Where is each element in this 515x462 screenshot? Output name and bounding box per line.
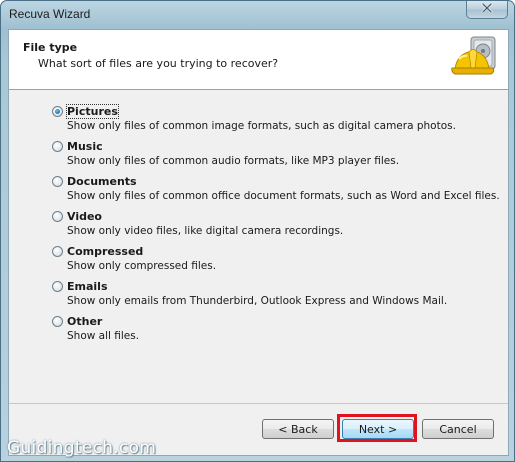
video-radio[interactable] — [52, 211, 63, 222]
emails-label[interactable]: Emails — [67, 280, 108, 293]
music-description: Show only files of common audio formats,… — [67, 155, 400, 167]
music-radio[interactable] — [52, 141, 63, 152]
documents-description: Show only files of common office documen… — [67, 190, 500, 202]
other-radio[interactable] — [52, 316, 63, 327]
emails-description: Show only emails from Thunderbird, Outlo… — [67, 295, 448, 307]
other-description: Show all files. — [67, 330, 140, 342]
footer-divider — [9, 403, 508, 404]
page-subtitle: What sort of files are you trying to rec… — [38, 57, 279, 70]
emails-radio[interactable] — [52, 281, 63, 292]
wizard-header: File type What sort of files are you try… — [9, 30, 508, 90]
other-label[interactable]: Other — [67, 315, 102, 328]
documents-label[interactable]: Documents — [67, 175, 137, 188]
pictures-label[interactable]: Pictures — [66, 104, 119, 119]
close-button[interactable] — [466, 1, 508, 19]
hard-hat-drive-icon — [451, 35, 499, 83]
next-button-highlight — [337, 414, 417, 442]
pictures-radio[interactable] — [52, 106, 63, 117]
page-title: File type — [23, 41, 78, 54]
wizard-body: File type What sort of files are you try… — [8, 29, 509, 456]
back-button[interactable]: < Back — [262, 419, 334, 439]
window-title: Recuva Wizard — [9, 7, 91, 21]
recuva-wizard-window: Recuva Wizard File type What sort of fil… — [0, 0, 515, 462]
compressed-label[interactable]: Compressed — [67, 245, 143, 258]
watermark: Guidingtech.com — [7, 438, 157, 458]
documents-radio[interactable] — [52, 176, 63, 187]
title-bar[interactable]: Recuva Wizard — [1, 1, 514, 29]
compressed-description: Show only compressed files. — [67, 260, 217, 272]
video-label[interactable]: Video — [67, 210, 102, 223]
pictures-description: Show only files of common image formats,… — [67, 120, 456, 132]
close-icon — [481, 2, 493, 16]
compressed-radio[interactable] — [52, 246, 63, 257]
cancel-button[interactable]: Cancel — [422, 419, 494, 439]
music-label[interactable]: Music — [67, 140, 103, 153]
video-description: Show only video files, like digital came… — [67, 225, 344, 237]
